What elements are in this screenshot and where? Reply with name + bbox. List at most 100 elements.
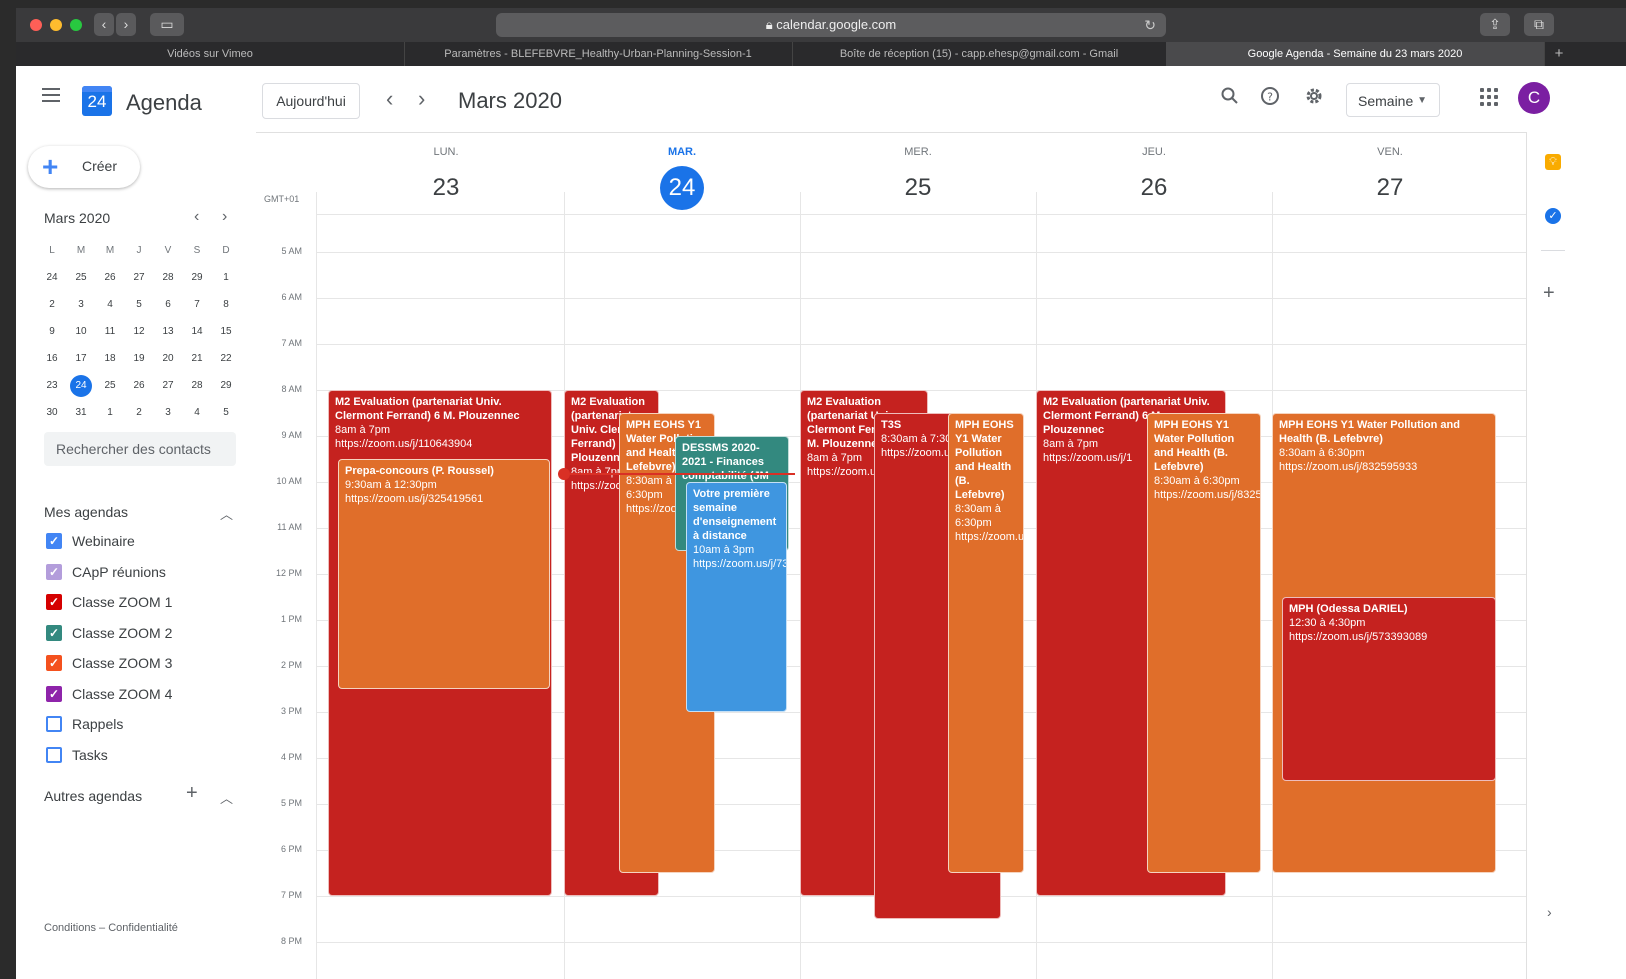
day-date[interactable]: 23 bbox=[424, 166, 468, 210]
main-menu-icon[interactable] bbox=[42, 88, 60, 106]
sidebar-toggle-icon[interactable]: ▭ bbox=[150, 13, 184, 36]
mini-day[interactable]: 16 bbox=[40, 348, 64, 370]
keep-icon[interactable]: 💡︎ bbox=[1545, 154, 1561, 170]
browser-tab[interactable]: Boîte de réception (15) - capp.ehesp@gma… bbox=[792, 42, 1167, 66]
forward-icon[interactable]: › bbox=[116, 13, 136, 36]
tasks-icon[interactable]: ✓ bbox=[1545, 208, 1561, 224]
mini-day[interactable]: 21 bbox=[185, 348, 209, 370]
help-icon[interactable]: ? bbox=[1260, 86, 1280, 112]
day-date-today[interactable]: 24 bbox=[660, 166, 704, 210]
mini-day[interactable]: 10 bbox=[69, 321, 93, 343]
create-button[interactable]: + Créer bbox=[28, 146, 140, 188]
mini-day[interactable]: 11 bbox=[98, 321, 122, 343]
mini-day[interactable]: 9 bbox=[40, 321, 64, 343]
mini-day[interactable]: 29 bbox=[214, 375, 238, 397]
mini-day[interactable]: 3 bbox=[156, 402, 180, 424]
day-header[interactable]: MAR. 24 bbox=[564, 132, 800, 210]
mini-day[interactable]: 28 bbox=[185, 375, 209, 397]
mini-day[interactable]: 20 bbox=[156, 348, 180, 370]
mini-day[interactable]: 28 bbox=[156, 267, 180, 289]
mini-day[interactable]: 31 bbox=[69, 402, 93, 424]
mini-next-month-icon[interactable]: › bbox=[222, 208, 227, 226]
mini-day[interactable]: 8 bbox=[214, 294, 238, 316]
checkbox-unchecked-icon[interactable] bbox=[46, 746, 62, 763]
gear-icon[interactable] bbox=[1304, 86, 1324, 112]
mini-prev-month-icon[interactable]: ‹ bbox=[194, 208, 199, 226]
collapse-my-calendars-icon[interactable]: ︿ bbox=[220, 504, 233, 523]
mini-day[interactable]: 5 bbox=[127, 294, 151, 316]
mini-day[interactable]: 4 bbox=[185, 402, 209, 424]
event-link[interactable]: https://zoom.us/j/832595933 bbox=[1154, 488, 1260, 502]
event-link[interactable]: https://zoom.us/j/832595933 bbox=[1279, 460, 1489, 474]
mini-day[interactable]: 6 bbox=[156, 294, 180, 316]
mini-day[interactable]: 25 bbox=[98, 375, 122, 397]
next-week-icon[interactable]: › bbox=[418, 86, 425, 112]
checkbox-checked-icon[interactable]: ✓ bbox=[46, 685, 62, 702]
calendar-event[interactable]: Prepa-concours (P. Roussel) 9:30am à 12:3… bbox=[338, 459, 550, 689]
browser-tab[interactable]: Vidéos sur Vimeo bbox=[16, 42, 405, 66]
view-select[interactable]: Semaine ▼ bbox=[1346, 83, 1440, 117]
new-tab-icon[interactable]: + bbox=[1544, 42, 1574, 66]
apps-grid-icon[interactable] bbox=[1480, 88, 1498, 106]
share-icon[interactable]: ⇪ bbox=[1480, 13, 1510, 36]
checkbox-checked-icon[interactable]: ✓ bbox=[46, 533, 62, 549]
add-calendar-icon[interactable]: + bbox=[186, 782, 198, 805]
event-link[interactable]: https://zoom.us/j/573393089 bbox=[1289, 630, 1489, 644]
calendar-event[interactable]: MPH EOHS Y1 Water Pollution and Health (… bbox=[1147, 413, 1261, 873]
mini-day[interactable]: 27 bbox=[127, 267, 151, 289]
checkbox-unchecked-icon[interactable] bbox=[46, 716, 62, 732]
mini-day[interactable]: 26 bbox=[98, 267, 122, 289]
address-bar[interactable]: 🔒︎ calendar.google.com ↻ bbox=[496, 13, 1166, 37]
today-button[interactable]: Aujourd'hui bbox=[262, 83, 360, 119]
checkbox-checked-icon[interactable]: ✓ bbox=[46, 563, 62, 580]
minimize-window-button[interactable] bbox=[50, 19, 62, 31]
browser-tab-active[interactable]: Google Agenda - Semaine du 23 mars 2020 bbox=[1166, 42, 1545, 66]
avatar[interactable]: C bbox=[1518, 82, 1550, 114]
mini-day[interactable]: 30 bbox=[40, 402, 64, 424]
day-header[interactable]: VEN. 27 bbox=[1272, 132, 1508, 208]
search-contacts-input[interactable]: Rechercher des contacts bbox=[44, 432, 236, 466]
mini-day[interactable]: 2 bbox=[40, 294, 64, 316]
expand-panel-icon[interactable]: › bbox=[1547, 904, 1552, 920]
event-link[interactable]: https://zoom.us/j/832595933 bbox=[955, 530, 1023, 544]
back-icon[interactable]: ‹ bbox=[94, 13, 114, 36]
close-window-button[interactable] bbox=[30, 19, 42, 31]
mini-day[interactable]: 29 bbox=[185, 267, 209, 289]
day-date[interactable]: 26 bbox=[1132, 166, 1176, 210]
calendar-event[interactable]: MPH (Odessa DARIEL) 12:30 à 4:30pm https:/… bbox=[1282, 597, 1496, 781]
calendar-event[interactable]: Votre première semaine d'enseignement à … bbox=[686, 482, 787, 712]
tabs-overview-icon[interactable]: ⧉ bbox=[1524, 13, 1554, 36]
checkbox-checked-icon[interactable]: ✓ bbox=[46, 655, 62, 671]
mini-day[interactable]: 19 bbox=[127, 348, 151, 370]
browser-tab[interactable]: Paramètres - BLEFEBVRE_Healthy-Urban-Pla… bbox=[404, 42, 793, 66]
day-header[interactable]: MER. 25 bbox=[800, 132, 1036, 208]
mini-day[interactable]: 7 bbox=[185, 294, 209, 316]
day-header[interactable]: JEU. 26 bbox=[1036, 132, 1272, 208]
event-link[interactable]: https://zoom.us/j/738186578 bbox=[693, 557, 786, 571]
search-icon[interactable] bbox=[1220, 86, 1240, 112]
day-header[interactable]: LUN. 23 bbox=[328, 132, 564, 208]
mini-day[interactable]: 24 bbox=[40, 267, 64, 289]
mini-day[interactable]: 1 bbox=[98, 402, 122, 424]
zoom-window-button[interactable] bbox=[70, 19, 82, 31]
mini-day[interactable]: 17 bbox=[69, 348, 93, 370]
reload-icon[interactable]: ↻ bbox=[1144, 13, 1156, 37]
mini-day[interactable]: 13 bbox=[156, 321, 180, 343]
mini-day[interactable]: 4 bbox=[98, 294, 122, 316]
add-addon-icon[interactable]: + bbox=[1543, 282, 1555, 305]
day-date[interactable]: 25 bbox=[896, 166, 940, 210]
mini-day[interactable]: 18 bbox=[98, 348, 122, 370]
event-link[interactable]: https://zoom.us/j/325419561 bbox=[345, 492, 543, 506]
mini-day[interactable]: 14 bbox=[185, 321, 209, 343]
mini-day[interactable]: 22 bbox=[214, 348, 238, 370]
mini-day[interactable]: 25 bbox=[69, 267, 93, 289]
mini-day[interactable]: 15 bbox=[214, 321, 238, 343]
mini-day[interactable]: 5 bbox=[214, 402, 238, 424]
mini-day[interactable]: 12 bbox=[127, 321, 151, 343]
mini-day[interactable]: 2 bbox=[127, 402, 151, 424]
previous-week-icon[interactable]: ‹ bbox=[386, 86, 393, 112]
checkbox-checked-icon[interactable]: ✓ bbox=[46, 594, 62, 610]
day-date[interactable]: 27 bbox=[1368, 166, 1412, 210]
mini-day-today[interactable]: 24 bbox=[70, 375, 92, 397]
mini-day[interactable]: 23 bbox=[40, 375, 64, 397]
